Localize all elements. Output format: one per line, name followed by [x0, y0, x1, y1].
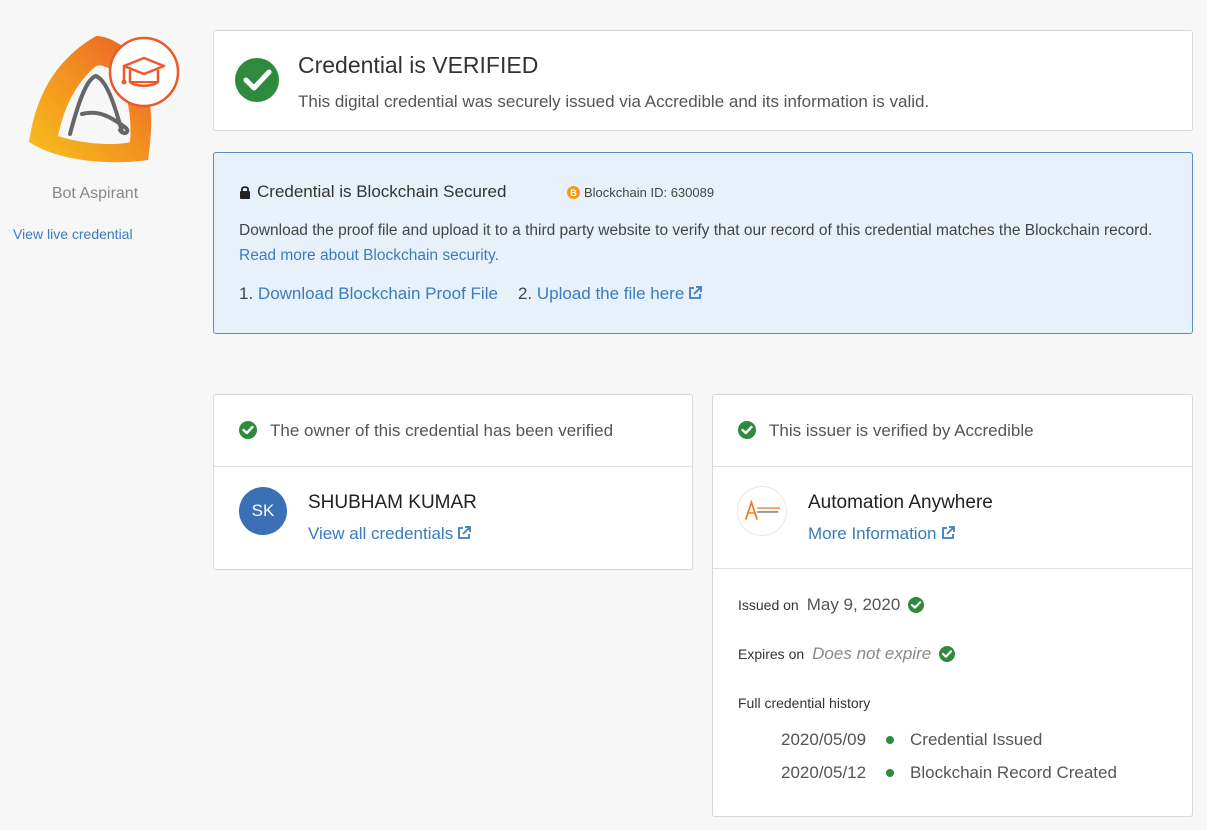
- check-circle-icon: [239, 421, 257, 439]
- issuer-name: Automation Anywhere: [808, 492, 993, 513]
- verified-description: This digital credential was securely iss…: [298, 92, 930, 111]
- step-upload: 2. Upload the file here: [517, 284, 703, 304]
- issuer-card-header: This issuer is verified by Accredible: [713, 395, 1192, 467]
- check-circle-icon: [908, 597, 925, 613]
- more-information-link[interactable]: More Information: [808, 524, 955, 544]
- history-item: 2020/05/12 Blockchain Record Created: [781, 763, 1117, 783]
- blockchain-steps: 1. Download Blockchain Proof File 2. Upl…: [239, 284, 722, 304]
- read-more-link[interactable]: Read more about Blockchain security.: [239, 247, 499, 264]
- check-circle-icon: [235, 58, 279, 102]
- blockchain-id-label: Blockchain ID: 630089: [584, 185, 715, 200]
- download-proof-link[interactable]: Download Blockchain Proof File: [258, 284, 498, 303]
- history-date: 2020/05/12: [781, 763, 867, 782]
- external-link-icon: [689, 286, 703, 299]
- history-date: 2020/05/09: [781, 730, 867, 749]
- blockchain-panel: Credential is Blockchain Secured B Block…: [213, 152, 1193, 334]
- upload-file-link[interactable]: Upload the file here: [537, 284, 703, 303]
- issuer-verified-text: This issuer is verified by Accredible: [769, 421, 1034, 440]
- owner-card-header: The owner of this credential has been ve…: [214, 395, 692, 467]
- blockchain-id: B Blockchain ID: 630089: [567, 185, 714, 200]
- blockchain-title-text: Credential is Blockchain Secured: [257, 182, 507, 201]
- bot-aspirant-badge-icon: [29, 36, 180, 163]
- external-link-icon: [458, 526, 472, 539]
- verified-title: Credential is VERIFIED: [298, 52, 539, 78]
- verified-banner: Credential is VERIFIED This digital cred…: [213, 30, 1193, 131]
- expires-on-value: Does not expire: [812, 644, 932, 663]
- issued-on-label: Issued on: [738, 597, 799, 613]
- external-link-icon: [941, 526, 955, 539]
- owner-name: SHUBHAM KUMAR: [308, 492, 477, 513]
- issued-on-row: Issued on May 9, 2020: [738, 595, 925, 615]
- check-circle-icon: [738, 421, 756, 439]
- history-event: Blockchain Record Created: [910, 763, 1117, 782]
- blockchain-title: Credential is Blockchain Secured: [239, 182, 506, 202]
- expires-on-row: Expires on Does not expire: [738, 644, 956, 664]
- step-download: 1. Download Blockchain Proof File: [239, 284, 498, 304]
- badge-name: Bot Aspirant: [51, 185, 139, 202]
- bitcoin-icon: B: [567, 186, 580, 199]
- lock-icon: [240, 186, 250, 199]
- issued-on-value: May 9, 2020: [806, 595, 901, 614]
- view-live-credential-link[interactable]: View live credential: [13, 226, 133, 242]
- expires-on-label: Expires on: [738, 646, 805, 662]
- automation-anywhere-logo-icon: [737, 486, 787, 536]
- avatar: SK: [239, 487, 287, 535]
- blockchain-description-text: Download the proof file and upload it to…: [239, 222, 1153, 239]
- issuer-card: This issuer is verified by Accredible Au…: [712, 394, 1193, 817]
- owner-card: The owner of this credential has been ve…: [213, 394, 693, 570]
- history-item: 2020/05/09 Credential Issued: [781, 730, 1042, 750]
- history-title: Full credential history: [738, 695, 871, 711]
- blockchain-description: Download the proof file and upload it to…: [239, 218, 1179, 268]
- check-circle-icon: [939, 646, 956, 662]
- step-number: 2.: [517, 284, 533, 303]
- owner-verified-text: The owner of this credential has been ve…: [270, 421, 614, 440]
- view-all-credentials-link[interactable]: View all credentials: [308, 524, 472, 544]
- history-dot-icon: [886, 769, 894, 777]
- divider: [713, 568, 1192, 569]
- step-number: 1.: [239, 284, 254, 303]
- history-event: Credential Issued: [910, 730, 1043, 749]
- history-dot-icon: [886, 736, 894, 744]
